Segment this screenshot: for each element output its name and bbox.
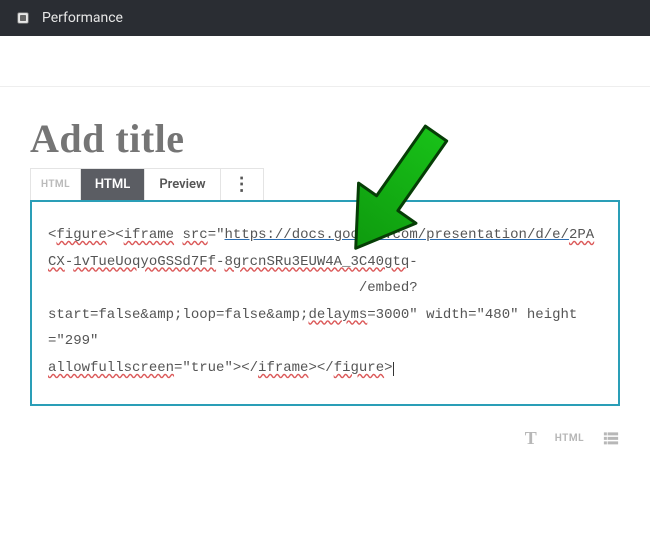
tab-preview[interactable]: Preview bbox=[145, 169, 220, 200]
tab-html-small[interactable]: HTML bbox=[31, 169, 81, 200]
text-cursor bbox=[393, 362, 394, 376]
text-tool[interactable]: T bbox=[525, 428, 537, 449]
post-title-input[interactable] bbox=[30, 115, 620, 162]
header-title: Performance bbox=[42, 10, 123, 26]
footer-toolbar: T HTML bbox=[0, 414, 650, 449]
app-icon bbox=[14, 9, 32, 27]
list-icon[interactable] bbox=[602, 429, 620, 447]
tab-html[interactable]: HTML bbox=[81, 169, 145, 200]
editor-area: HTML HTML Preview ⋮ <figure><iframe src=… bbox=[0, 86, 650, 414]
app-header: Performance bbox=[0, 0, 650, 36]
html-tool[interactable]: HTML bbox=[555, 433, 584, 444]
html-code-editor[interactable]: <figure><iframe src="https://docs.google… bbox=[30, 200, 620, 406]
tab-more-menu[interactable]: ⋮ bbox=[221, 172, 263, 198]
editor-tabs: HTML HTML Preview ⋮ bbox=[30, 168, 264, 200]
